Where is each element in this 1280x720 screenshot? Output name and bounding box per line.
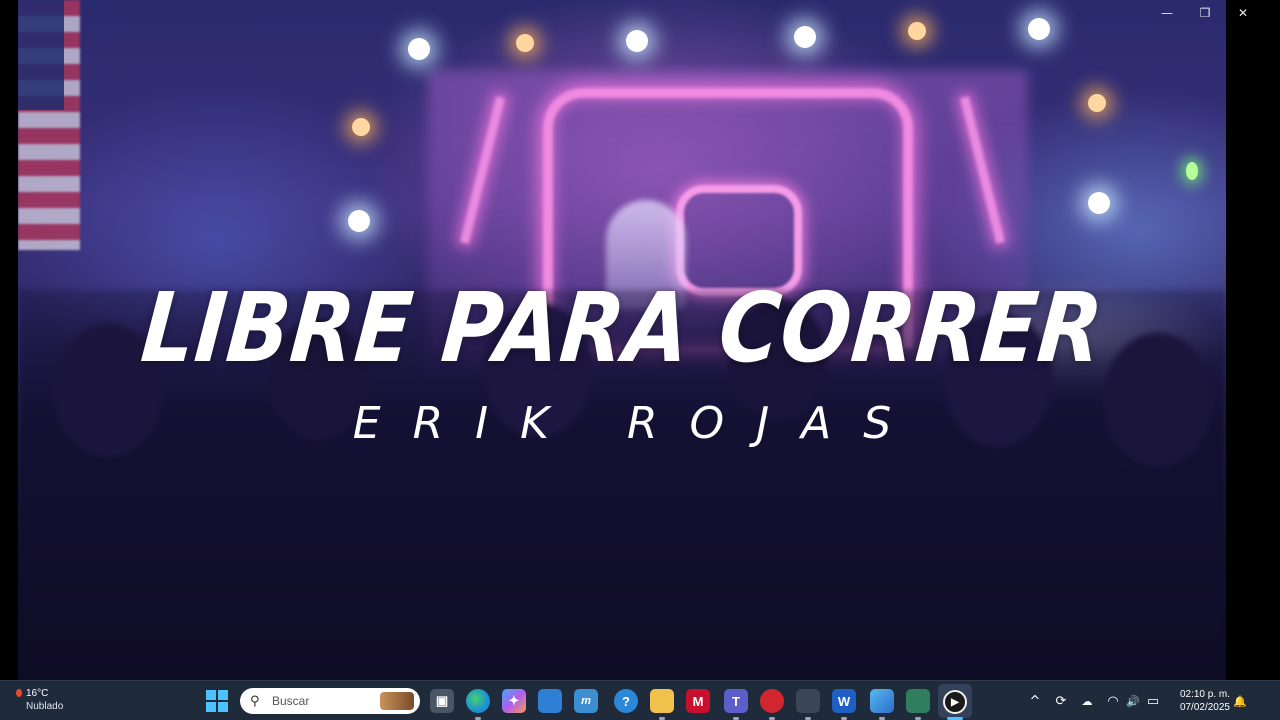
song-title: LIBRE PARA CORRER — [136, 272, 1108, 384]
taskbar-search[interactable]: ⚲ Buscar — [240, 688, 420, 714]
wifi-icon[interactable]: ◠ — [1104, 689, 1122, 713]
window-controls: — ❐ ✕ — [1148, 0, 1262, 26]
restore-button[interactable]: ❐ — [1186, 0, 1224, 26]
battery-icon[interactable]: ▭ — [1144, 689, 1162, 713]
clock-time: 02:10 p. m. — [1179, 689, 1230, 700]
copilot-icon[interactable]: ✦ — [502, 689, 526, 713]
file-explorer-icon[interactable] — [650, 689, 674, 713]
screen: LIBRE PARA CORRER ERIK ROJAS — ❐ ✕ 16°C … — [0, 0, 1280, 720]
photos-app-icon[interactable] — [870, 689, 894, 713]
stage-light — [794, 26, 816, 48]
weather-widget[interactable]: 16°C Nublado — [18, 687, 63, 713]
windows-logo-icon — [206, 690, 216, 700]
close-button[interactable]: ✕ — [1224, 0, 1262, 26]
clock-date: 07/02/2025 — [1179, 702, 1230, 713]
search-placeholder: Buscar — [272, 694, 310, 708]
word-icon[interactable]: W — [832, 689, 856, 713]
remote-desktop-icon[interactable] — [906, 689, 930, 713]
video-title-overlay: LIBRE PARA CORRER ERIK ROJAS — [18, 272, 1226, 449]
stage-light — [1186, 162, 1198, 180]
right-border — [1226, 0, 1280, 680]
cloud-icon[interactable]: ☁ — [1078, 689, 1096, 713]
flag-canton — [18, 0, 64, 110]
minimized-window-icon[interactable] — [796, 689, 820, 713]
stage-light — [516, 34, 534, 52]
stage-light — [408, 38, 430, 60]
stage-light — [908, 22, 926, 40]
help-icon[interactable]: ? — [614, 689, 638, 713]
stage-light — [1028, 18, 1050, 40]
video-player[interactable]: LIBRE PARA CORRER ERIK ROJAS — [18, 0, 1226, 680]
weather-condition: Nublado — [26, 701, 64, 712]
sync-icon[interactable]: ⟳ — [1052, 689, 1070, 713]
microsoft-store-icon[interactable] — [538, 689, 562, 713]
taskbar-clock[interactable]: 02:10 p. m. 07/02/2025 — [1170, 688, 1230, 714]
volume-icon[interactable]: 🔊 — [1124, 689, 1142, 713]
tray-overflow-icon[interactable]: ^ — [1026, 689, 1044, 713]
red-app-icon[interactable] — [760, 689, 784, 713]
song-artist: ERIK ROJAS — [352, 398, 924, 449]
stage-light — [1088, 192, 1110, 214]
search-highlight-image — [380, 692, 414, 710]
stage-light — [352, 118, 370, 136]
task-view-icon[interactable]: ▣ — [430, 689, 454, 713]
notification-bell-icon[interactable]: 🔔 — [1232, 689, 1248, 713]
media-player-icon[interactable]: ▶ — [943, 690, 967, 714]
teams-icon[interactable]: T — [724, 689, 748, 713]
mindmap-app-icon[interactable]: m — [574, 689, 598, 713]
search-icon: ⚲ — [250, 693, 260, 709]
start-button[interactable] — [206, 690, 228, 712]
edge-browser-icon[interactable] — [466, 689, 490, 713]
mcafee-icon[interactable]: M — [686, 689, 710, 713]
taskbar: 16°C Nublado ⚲ Buscar ▣ ✦ m ? M T W ▶ ^ … — [0, 680, 1280, 720]
weather-temperature: 16°C — [26, 688, 49, 699]
stage-light — [348, 210, 370, 232]
stage-light — [1088, 94, 1106, 112]
stage-light — [626, 30, 648, 52]
minimize-button[interactable]: — — [1148, 0, 1186, 26]
